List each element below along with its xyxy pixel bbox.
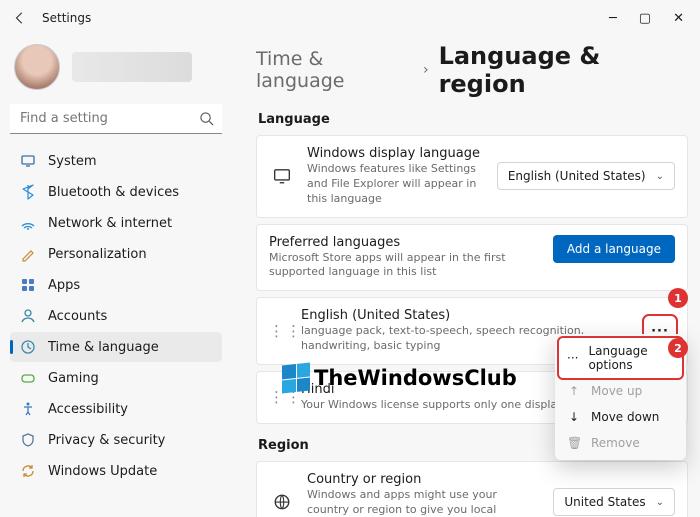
sidebar-item-label: Accessibility — [48, 402, 128, 417]
windows-update-icon — [20, 463, 36, 479]
network-icon — [20, 215, 36, 231]
sidebar-item-network[interactable]: Network & internet — [10, 208, 222, 238]
card-subtitle: Windows features like Settings and File … — [307, 162, 485, 207]
section-label-language: Language — [258, 112, 688, 127]
add-language-button[interactable]: Add a language — [553, 235, 675, 263]
content: System Bluetooth & devices Network & int… — [0, 36, 700, 517]
menu-move-down[interactable]: ↓ Move down — [559, 404, 682, 430]
menu-label: Move down — [591, 410, 659, 424]
sidebar-item-time-language[interactable]: Time & language — [10, 332, 222, 362]
monitor-icon — [269, 167, 295, 185]
accounts-icon — [20, 308, 36, 324]
sidebar-item-gaming[interactable]: Gaming — [10, 363, 222, 393]
sidebar-item-label: Gaming — [48, 371, 99, 386]
card-title: Windows display language — [307, 146, 485, 161]
sidebar-item-label: Bluetooth & devices — [48, 185, 179, 200]
annotation-badge-1: 1 — [668, 288, 688, 308]
sidebar-item-label: Accounts — [48, 309, 107, 324]
bluetooth-icon — [20, 184, 36, 200]
drag-handle-icon[interactable]: ⋮⋮ — [269, 327, 289, 335]
gaming-icon — [20, 370, 36, 386]
minimize-button[interactable]: ─ — [609, 12, 617, 25]
page-title: Language & region — [439, 42, 688, 98]
account-block[interactable] — [10, 40, 222, 104]
annotation-badge-2: 2 — [668, 338, 688, 358]
window-controls: ─ ▢ ✕ — [609, 12, 690, 25]
country-dropdown[interactable]: United States ⌄ — [553, 488, 675, 516]
card-title: Preferred languages — [269, 235, 541, 250]
titlebar: Settings ─ ▢ ✕ — [0, 0, 700, 36]
dropdown-value: United States — [564, 495, 645, 509]
sidebar-item-privacy[interactable]: Privacy & security — [10, 425, 222, 455]
card-title: Country or region — [307, 472, 541, 487]
time-language-icon — [20, 339, 36, 355]
card-country-region: Country or region Windows and apps might… — [256, 461, 688, 517]
menu-remove: 🗑 Remove — [559, 430, 682, 456]
sidebar-item-label: Time & language — [48, 340, 159, 355]
system-icon — [20, 153, 36, 169]
card-preferred-languages: Preferred languages Microsoft Store apps… — [256, 224, 688, 292]
search-input[interactable] — [10, 104, 222, 134]
arrow-up-icon: ↑ — [567, 384, 581, 398]
sidebar-item-label: System — [48, 154, 96, 169]
display-language-dropdown[interactable]: English (United States) ⌄ — [497, 162, 675, 190]
sidebar-item-windows-update[interactable]: Windows Update — [10, 456, 222, 486]
sidebar-item-label: Network & internet — [48, 216, 172, 231]
search — [10, 104, 222, 134]
avatar — [14, 44, 60, 90]
menu-label: Language options — [588, 344, 674, 372]
more-icon: ··· — [567, 351, 578, 365]
card-subtitle: Microsoft Store apps will appear in the … — [269, 251, 541, 281]
sidebar-item-personalization[interactable]: Personalization — [10, 239, 222, 269]
account-name-placeholder — [72, 52, 192, 82]
app-title: Settings — [42, 11, 91, 25]
chevron-down-icon: ⌄ — [656, 497, 664, 508]
sidebar-item-apps[interactable]: Apps — [10, 270, 222, 300]
chevron-down-icon: ⌄ — [656, 171, 664, 182]
sidebar-item-label: Windows Update — [48, 464, 157, 479]
nav-list: System Bluetooth & devices Network & int… — [10, 146, 222, 486]
breadcrumb: Time & language › Language & region — [256, 42, 688, 98]
arrow-down-icon: ↓ — [567, 410, 581, 424]
card-title: English (United States) — [301, 308, 633, 323]
sidebar-item-label: Apps — [48, 278, 80, 293]
menu-move-up: ↑ Move up — [559, 378, 682, 404]
breadcrumb-parent[interactable]: Time & language — [256, 48, 413, 92]
search-icon — [199, 111, 214, 126]
maximize-button[interactable]: ▢ — [639, 12, 651, 25]
apps-icon — [20, 277, 36, 293]
language-context-menu: ··· Language options ↑ Move up ↓ Move do… — [555, 334, 686, 460]
sidebar-item-label: Privacy & security — [48, 433, 165, 448]
sidebar-item-label: Personalization — [48, 247, 147, 262]
main-panel: Time & language › Language & region Lang… — [232, 36, 700, 517]
sidebar: System Bluetooth & devices Network & int… — [0, 36, 232, 517]
sidebar-item-accounts[interactable]: Accounts — [10, 301, 222, 331]
trash-icon: 🗑 — [567, 436, 581, 450]
accessibility-icon — [20, 401, 36, 417]
menu-label: Remove — [591, 436, 640, 450]
sidebar-item-accessibility[interactable]: Accessibility — [10, 394, 222, 424]
dropdown-value: English (United States) — [508, 169, 646, 183]
privacy-icon — [20, 432, 36, 448]
menu-language-options[interactable]: ··· Language options — [559, 338, 682, 378]
sidebar-item-system[interactable]: System — [10, 146, 222, 176]
menu-label: Move up — [591, 384, 642, 398]
card-subtitle: Windows and apps might use your country … — [307, 488, 541, 517]
back-button[interactable] — [10, 8, 30, 28]
personalization-icon — [20, 246, 36, 262]
chevron-right-icon: › — [423, 62, 429, 78]
sidebar-item-bluetooth[interactable]: Bluetooth & devices — [10, 177, 222, 207]
close-button[interactable]: ✕ — [673, 12, 684, 25]
globe-icon — [269, 493, 295, 511]
drag-handle-icon[interactable]: ⋮⋮ — [269, 393, 289, 401]
card-display-language: Windows display language Windows feature… — [256, 135, 688, 218]
